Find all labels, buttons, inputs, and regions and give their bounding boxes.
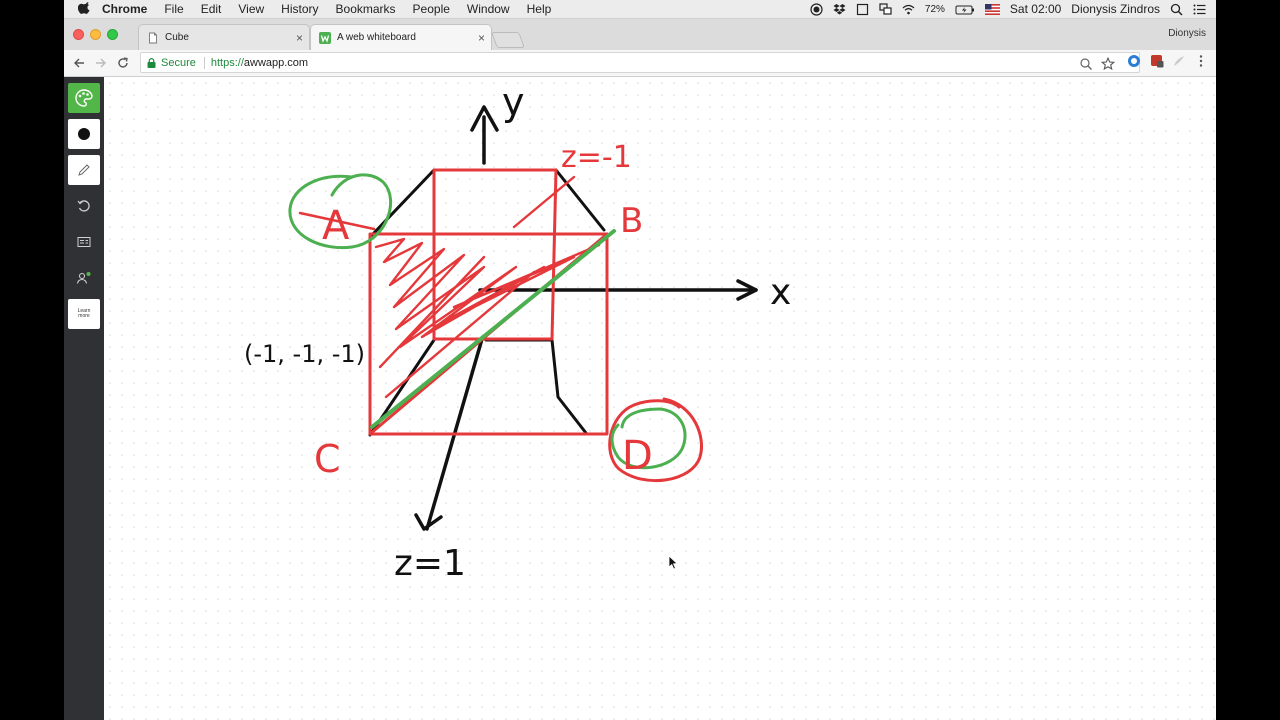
chrome-menu-icon[interactable] xyxy=(1194,54,1208,68)
menu-file[interactable]: File xyxy=(164,2,183,16)
forward-arrow-icon xyxy=(96,58,106,68)
brush-dot-icon xyxy=(78,128,90,140)
tab-cube[interactable]: Cube × xyxy=(138,24,310,50)
tab-web-whiteboard[interactable]: A web whiteboard × xyxy=(310,24,492,50)
record-icon[interactable] xyxy=(810,2,823,16)
close-tab-icon[interactable]: × xyxy=(478,31,485,45)
cube-edge xyxy=(554,168,606,232)
label-z-plus-1: z=1 xyxy=(394,543,466,584)
menu-help[interactable]: Help xyxy=(527,2,552,16)
window-icon[interactable] xyxy=(856,3,869,16)
menu-view[interactable]: View xyxy=(238,2,264,16)
tab-strip: Cube × A web whiteboard × Dionysis xyxy=(64,19,1216,50)
learn-more-label: Learn more xyxy=(77,308,91,319)
label-x: x xyxy=(770,272,791,313)
url-host: awwapp.com xyxy=(243,56,309,69)
clock[interactable]: Sat 02:00 xyxy=(1010,2,1061,16)
profile-button[interactable]: Dionysis xyxy=(1168,28,1206,39)
reload-icon xyxy=(118,57,128,68)
label-y: y xyxy=(502,80,525,124)
label-c: C xyxy=(314,437,341,481)
menu-history[interactable]: History xyxy=(281,2,318,16)
extension-feather-icon[interactable] xyxy=(1172,54,1186,68)
users-button[interactable] xyxy=(68,263,100,293)
lock-icon xyxy=(147,57,156,68)
cube-edge xyxy=(550,338,588,435)
menu-window[interactable]: Window xyxy=(467,2,510,16)
wifi-icon[interactable] xyxy=(902,3,915,16)
close-tab-icon[interactable]: × xyxy=(296,31,303,45)
board-menu-button[interactable] xyxy=(68,227,100,257)
extension-blue-icon[interactable] xyxy=(1127,54,1141,68)
document-icon xyxy=(149,32,157,43)
palette-icon xyxy=(75,89,93,107)
label-coordinate: (-1, -1, -1) xyxy=(244,340,365,368)
window-minimize-button[interactable] xyxy=(90,29,101,40)
extension-red-icon[interactable] xyxy=(1150,54,1164,68)
label-b: B xyxy=(620,201,643,241)
screens-icon[interactable] xyxy=(879,2,892,16)
shaded-triangle-hatching xyxy=(374,175,601,399)
menu-edit[interactable]: Edit xyxy=(201,2,222,16)
user-name[interactable]: Dionysis Zindros xyxy=(1071,2,1160,16)
notification-center-icon[interactable] xyxy=(1193,3,1206,16)
window-zoom-button[interactable] xyxy=(107,29,118,40)
undo-icon xyxy=(77,200,90,212)
window-close-button[interactable] xyxy=(73,29,84,40)
users-icon xyxy=(76,272,91,284)
pencil-tool-button[interactable] xyxy=(68,155,100,185)
whiteboard-canvas[interactable]: y x z=-1 z=1 A B C D (-1, -1, -1) xyxy=(104,77,1216,720)
back-button[interactable] xyxy=(70,54,88,72)
new-tab-button[interactable] xyxy=(491,32,525,48)
mac-menu-bar: Chrome File Edit View History Bookmarks … xyxy=(64,0,1216,19)
brush-size-button[interactable] xyxy=(68,119,100,149)
address-bar[interactable]: Secure https:// awwapp.com xyxy=(140,52,1140,73)
spotlight-search-icon[interactable] xyxy=(1170,3,1183,16)
menu-bookmarks[interactable]: Bookmarks xyxy=(336,2,396,16)
us-flag-icon[interactable] xyxy=(984,3,1000,16)
reload-button[interactable] xyxy=(114,54,132,72)
battery-percent: 72% xyxy=(924,3,945,15)
menu-people[interactable]: People xyxy=(413,2,450,16)
back-arrow-icon xyxy=(74,58,84,68)
label-d: D xyxy=(622,433,653,479)
awwapp-logo-icon xyxy=(319,31,331,44)
zoom-icon[interactable] xyxy=(1079,57,1093,71)
url-scheme: https:// xyxy=(210,56,244,69)
drawing-layer: y x z=-1 z=1 A B C D (-1, -1, -1) xyxy=(244,80,791,584)
cube-red-edges xyxy=(368,168,609,436)
color-palette-button[interactable] xyxy=(68,83,100,113)
screen: Chrome File Edit View History Bookmarks … xyxy=(64,0,1216,720)
menu-chrome[interactable]: Chrome xyxy=(102,2,147,16)
cube-black-edges xyxy=(368,168,606,437)
browser-toolbar: Secure https:// awwapp.com xyxy=(64,50,1216,77)
battery-icon[interactable] xyxy=(955,3,975,16)
whiteboard-toolbar: Learn more xyxy=(64,77,104,720)
tab-title: Cube xyxy=(165,32,189,43)
bookmark-star-icon[interactable] xyxy=(1101,57,1115,71)
label-a: A xyxy=(322,203,350,249)
apple-icon[interactable] xyxy=(78,2,92,16)
pencil-icon xyxy=(78,164,90,176)
mouse-cursor-icon xyxy=(668,555,678,570)
forward-button[interactable] xyxy=(92,54,110,72)
label-z-minus-1: z=-1 xyxy=(561,140,632,175)
tab-title: A web whiteboard xyxy=(337,32,416,43)
dropbox-icon[interactable] xyxy=(833,3,846,16)
board-menu-icon xyxy=(77,237,91,247)
learn-more-button[interactable]: Learn more xyxy=(68,299,100,329)
omnibox-divider xyxy=(203,56,205,69)
undo-button[interactable] xyxy=(68,191,100,221)
security-label: Secure xyxy=(161,56,196,69)
